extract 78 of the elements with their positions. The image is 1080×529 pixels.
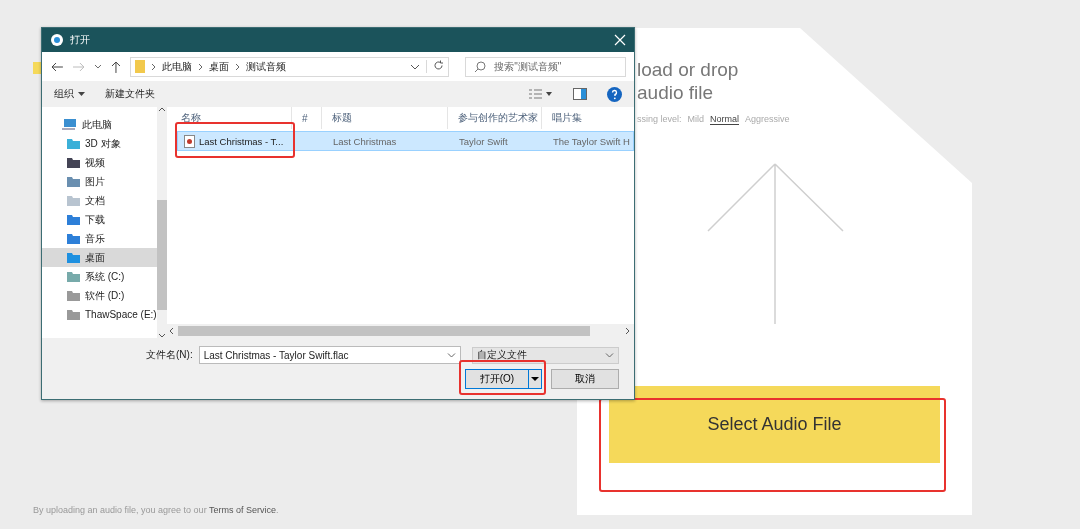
folder-icon xyxy=(67,232,80,245)
nav-item[interactable]: 3D 对象 xyxy=(42,134,157,153)
nav-item[interactable]: 文档 xyxy=(42,191,157,210)
nav-item[interactable]: ThawSpace (E:) xyxy=(42,305,157,324)
file-row[interactable]: Last Christmas - T... Last Christmas Taylor Swift The Taylor Swift H xyxy=(177,131,634,151)
open-button[interactable]: 打开(O) xyxy=(465,369,529,389)
nav-item[interactable]: 图片 xyxy=(42,172,157,191)
refresh-icon[interactable] xyxy=(433,60,445,71)
folder-icon xyxy=(67,194,80,207)
scroll-right-icon[interactable] xyxy=(625,327,630,335)
path-segment[interactable]: 桌面 xyxy=(208,59,229,74)
audio-file-icon xyxy=(184,134,195,148)
open-menu-button[interactable] xyxy=(529,369,542,389)
cancel-button[interactable]: 取消 xyxy=(551,369,619,389)
level-label: ssing level: xyxy=(637,114,682,125)
table-cell-text: Taylor Swift xyxy=(458,135,509,147)
help-icon[interactable] xyxy=(607,86,622,102)
view-options-icon[interactable] xyxy=(529,88,553,100)
caret-icon xyxy=(531,377,539,381)
app-icon xyxy=(50,33,64,47)
nav-item[interactable]: 此电脑 xyxy=(42,115,157,134)
chevron-icon xyxy=(150,62,156,71)
column-header[interactable]: 唱片集 xyxy=(542,107,634,129)
scroll-down-icon[interactable] xyxy=(157,333,166,338)
close-icon[interactable] xyxy=(614,34,626,46)
nav-item[interactable]: 系统 (C:) xyxy=(42,267,157,286)
nav-item[interactable]: 下载 xyxy=(42,210,157,229)
chevron-icon xyxy=(234,62,240,71)
toolbar-button[interactable]: 新建文件夹 xyxy=(105,87,155,101)
caret-icon[interactable] xyxy=(78,92,85,96)
filename-label: 文件名(N): xyxy=(146,348,194,362)
folder-icon xyxy=(67,251,80,264)
chevron-icon xyxy=(197,62,203,71)
scrollbar[interactable] xyxy=(165,324,634,338)
caret-icon[interactable] xyxy=(410,63,421,70)
upload-title: audio file xyxy=(637,81,715,104)
preview-pane-icon[interactable] xyxy=(573,88,587,100)
select-audio-button[interactable]: Select Audio File xyxy=(609,386,940,463)
table-cell-text: The Taylor Swift H xyxy=(552,135,631,147)
toolbar-button[interactable]: 组织 xyxy=(54,87,74,101)
nav-item[interactable]: 视频 xyxy=(42,153,157,172)
folder-icon xyxy=(67,308,80,321)
address-bar[interactable]: 此电脑 桌面 测试音频 xyxy=(129,56,450,77)
folder-icon xyxy=(67,289,80,302)
nav-item[interactable]: 软件 (D:) xyxy=(42,286,157,305)
terms-notice: By uploading an audio file, you agree to our Terms of Service. xyxy=(33,505,280,515)
level-option[interactable]: Normal xyxy=(710,114,740,125)
caret-icon[interactable] xyxy=(93,63,102,70)
upload-arrow-icon xyxy=(707,163,844,325)
filename-field[interactable]: Last Christmas - Taylor Swift.flac xyxy=(198,346,461,364)
folder-icon xyxy=(67,270,80,283)
column-header[interactable]: 名称 xyxy=(165,107,292,129)
nav-item[interactable]: 音乐 xyxy=(42,229,157,248)
scroll-left-icon[interactable] xyxy=(169,327,174,335)
column-header[interactable]: 标题 xyxy=(322,107,448,129)
nav-item[interactable]: 桌面 xyxy=(42,248,157,267)
column-header[interactable]: 参与创作的艺术家 xyxy=(448,107,542,129)
table-cell-text: Last Christmas xyxy=(332,135,398,147)
path-segment[interactable]: 测试音频 xyxy=(245,59,286,74)
scroll-up-icon[interactable] xyxy=(157,107,166,112)
column-header[interactable]: # xyxy=(292,107,322,129)
table-cell: Last Christmas - T... xyxy=(199,135,284,147)
filetype-dropdown[interactable]: 自定义文件 xyxy=(471,346,619,364)
folder-icon xyxy=(67,156,80,169)
terms-link[interactable]: Terms of Service xyxy=(208,505,276,515)
computer-icon xyxy=(62,118,77,131)
up-icon[interactable] xyxy=(109,60,122,73)
folder-icon xyxy=(134,60,145,73)
search-field[interactable]: 搜索"测试音频" xyxy=(465,56,626,77)
upload-title: load or drop xyxy=(637,58,740,81)
folder-icon xyxy=(67,175,80,188)
window-title: 打开 xyxy=(70,33,90,47)
back-icon[interactable] xyxy=(50,60,64,73)
folder-icon xyxy=(67,213,80,226)
scrollbar[interactable] xyxy=(156,107,167,338)
search-icon xyxy=(474,60,487,73)
folder-icon xyxy=(67,137,80,150)
path-segment[interactable]: 此电脑 xyxy=(161,59,192,74)
